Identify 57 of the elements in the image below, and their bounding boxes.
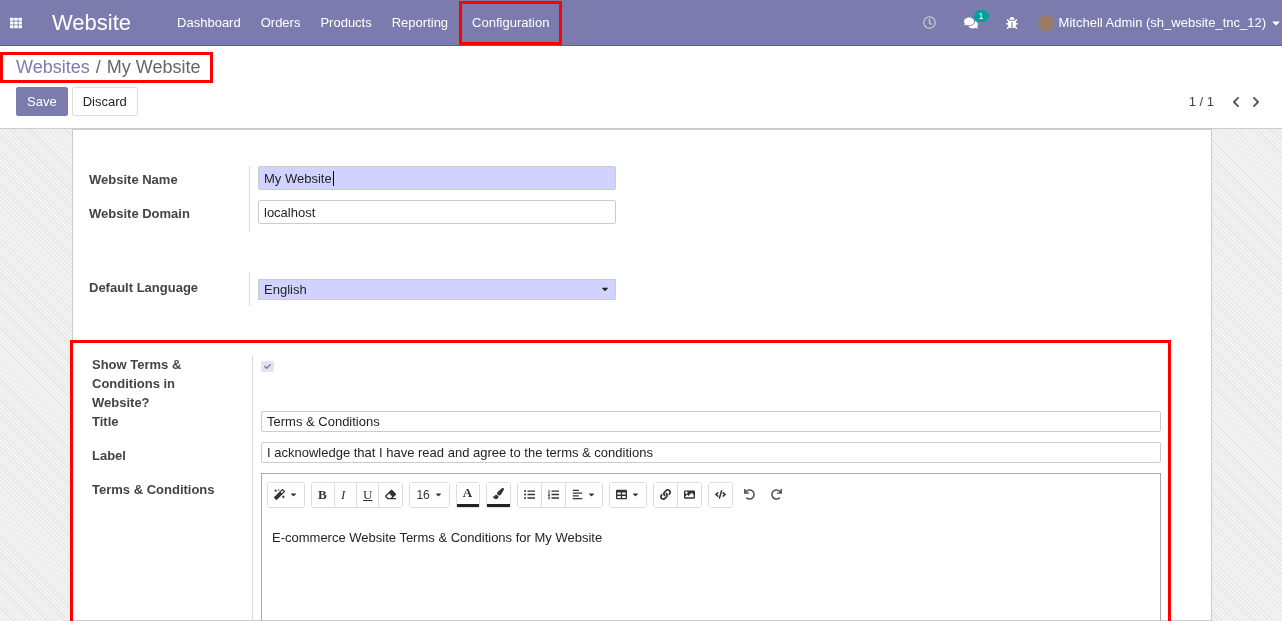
field-label: Title (92, 413, 120, 431)
image-icon (683, 489, 695, 501)
message-count-badge: 1 (973, 9, 989, 22)
paint-brush-icon (492, 487, 504, 499)
website-name-field[interactable]: My Website (258, 166, 616, 190)
code-icon (714, 489, 726, 501)
nav-menu-item[interactable]: Reporting (381, 3, 459, 42)
table-icon (615, 489, 627, 501)
field-label: Website Domain (89, 205, 191, 223)
chevron-right-icon (1250, 95, 1262, 108)
user-name[interactable]: Mitchell Admin (sh_website_tnc_12) (1058, 15, 1266, 30)
chat-icon[interactable] (963, 15, 978, 30)
chevron-left-icon (1230, 95, 1242, 108)
save-button[interactable]: Save (16, 87, 68, 116)
user-avatar (1037, 14, 1054, 31)
nav-menu-item[interactable]: Orders (250, 3, 311, 42)
nav-menu-item[interactable]: Dashboard (167, 3, 251, 42)
apps-menu-icon[interactable] (10, 16, 22, 29)
discard-button[interactable]: Discard (71, 87, 138, 116)
field-label: Website Name (89, 171, 179, 189)
table-button[interactable] (609, 482, 646, 507)
website-domain-field[interactable]: localhost (258, 200, 616, 224)
field-label: Label (92, 447, 127, 465)
link-icon (659, 489, 671, 501)
align-left-icon (571, 489, 583, 501)
field-label: Default Language (89, 279, 200, 297)
bug-icon[interactable] (1005, 16, 1018, 29)
nav-menu-item[interactable]: Products (310, 3, 382, 42)
checkbox[interactable] (261, 361, 274, 373)
field-label: Show Terms & Conditions in Website? (92, 356, 183, 412)
pager-counter: 1 / 1 (1188, 94, 1214, 109)
numbered-list-icon (547, 489, 559, 501)
eraser-icon (385, 489, 397, 501)
undo-icon (743, 489, 755, 501)
magic-wand-button[interactable] (268, 482, 304, 507)
language-select[interactable]: English (258, 278, 616, 300)
code-button[interactable] (708, 482, 732, 507)
magic-wand-icon (274, 489, 285, 501)
check-icon (264, 363, 271, 371)
image-button[interactable] (676, 482, 701, 507)
paint-brush-button[interactable] (486, 482, 510, 507)
breadcrumb-separator: / (95, 57, 101, 78)
label-field[interactable]: I acknowledge that I have read and agree to the terms & conditions (261, 442, 1161, 463)
redo-icon (770, 489, 782, 501)
align-left-button[interactable] (564, 482, 602, 507)
font-size-button[interactable]: 16 (410, 482, 449, 507)
rich-text-editor[interactable]: B I U 16 A E-commerce Website Terms & Conditions for My Website (261, 472, 1161, 621)
nav-menu-item[interactable]: Configuration (462, 3, 560, 42)
font-color-button[interactable]: A (456, 482, 479, 507)
editor-text: E-commerce Website Terms & Conditions for My Website (271, 528, 604, 547)
app-title: Website (52, 9, 132, 36)
eraser-button[interactable] (378, 482, 403, 507)
field-label: Terms & Conditions (92, 481, 216, 499)
breadcrumb-link[interactable]: Websites (16, 57, 90, 78)
breadcrumb-current: My Website (106, 57, 201, 78)
bullet-list-icon (523, 489, 535, 501)
title-field[interactable]: Terms & Conditions (261, 411, 1161, 433)
